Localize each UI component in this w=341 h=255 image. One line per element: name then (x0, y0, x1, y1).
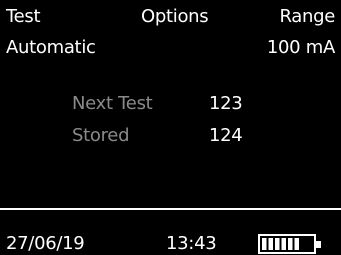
stored-value: 124 (209, 125, 243, 146)
battery-bar (281, 238, 286, 250)
battery-level-bars (262, 238, 299, 250)
range-value: 100 mA (266, 37, 335, 58)
battery-bar (262, 238, 267, 250)
stored-label: Stored (72, 125, 130, 146)
battery-bar (275, 238, 280, 250)
battery-bar (288, 238, 293, 250)
battery-icon (258, 234, 321, 254)
status-date: 27/06/19 (6, 233, 85, 254)
status-time: 13:43 (166, 233, 217, 254)
battery-bar (268, 238, 273, 250)
next-test-value: 123 (209, 93, 243, 114)
meter-display: Test Options Range Automatic 100 mA Next… (0, 0, 341, 254)
status-divider (0, 208, 341, 210)
test-softkey-label[interactable]: Test (6, 6, 41, 28)
test-mode-value: Automatic (6, 37, 96, 58)
range-softkey-label[interactable]: Range (279, 6, 335, 28)
next-test-label: Next Test (72, 93, 153, 114)
options-softkey-label[interactable]: Options (141, 6, 209, 28)
battery-bar (294, 238, 299, 250)
